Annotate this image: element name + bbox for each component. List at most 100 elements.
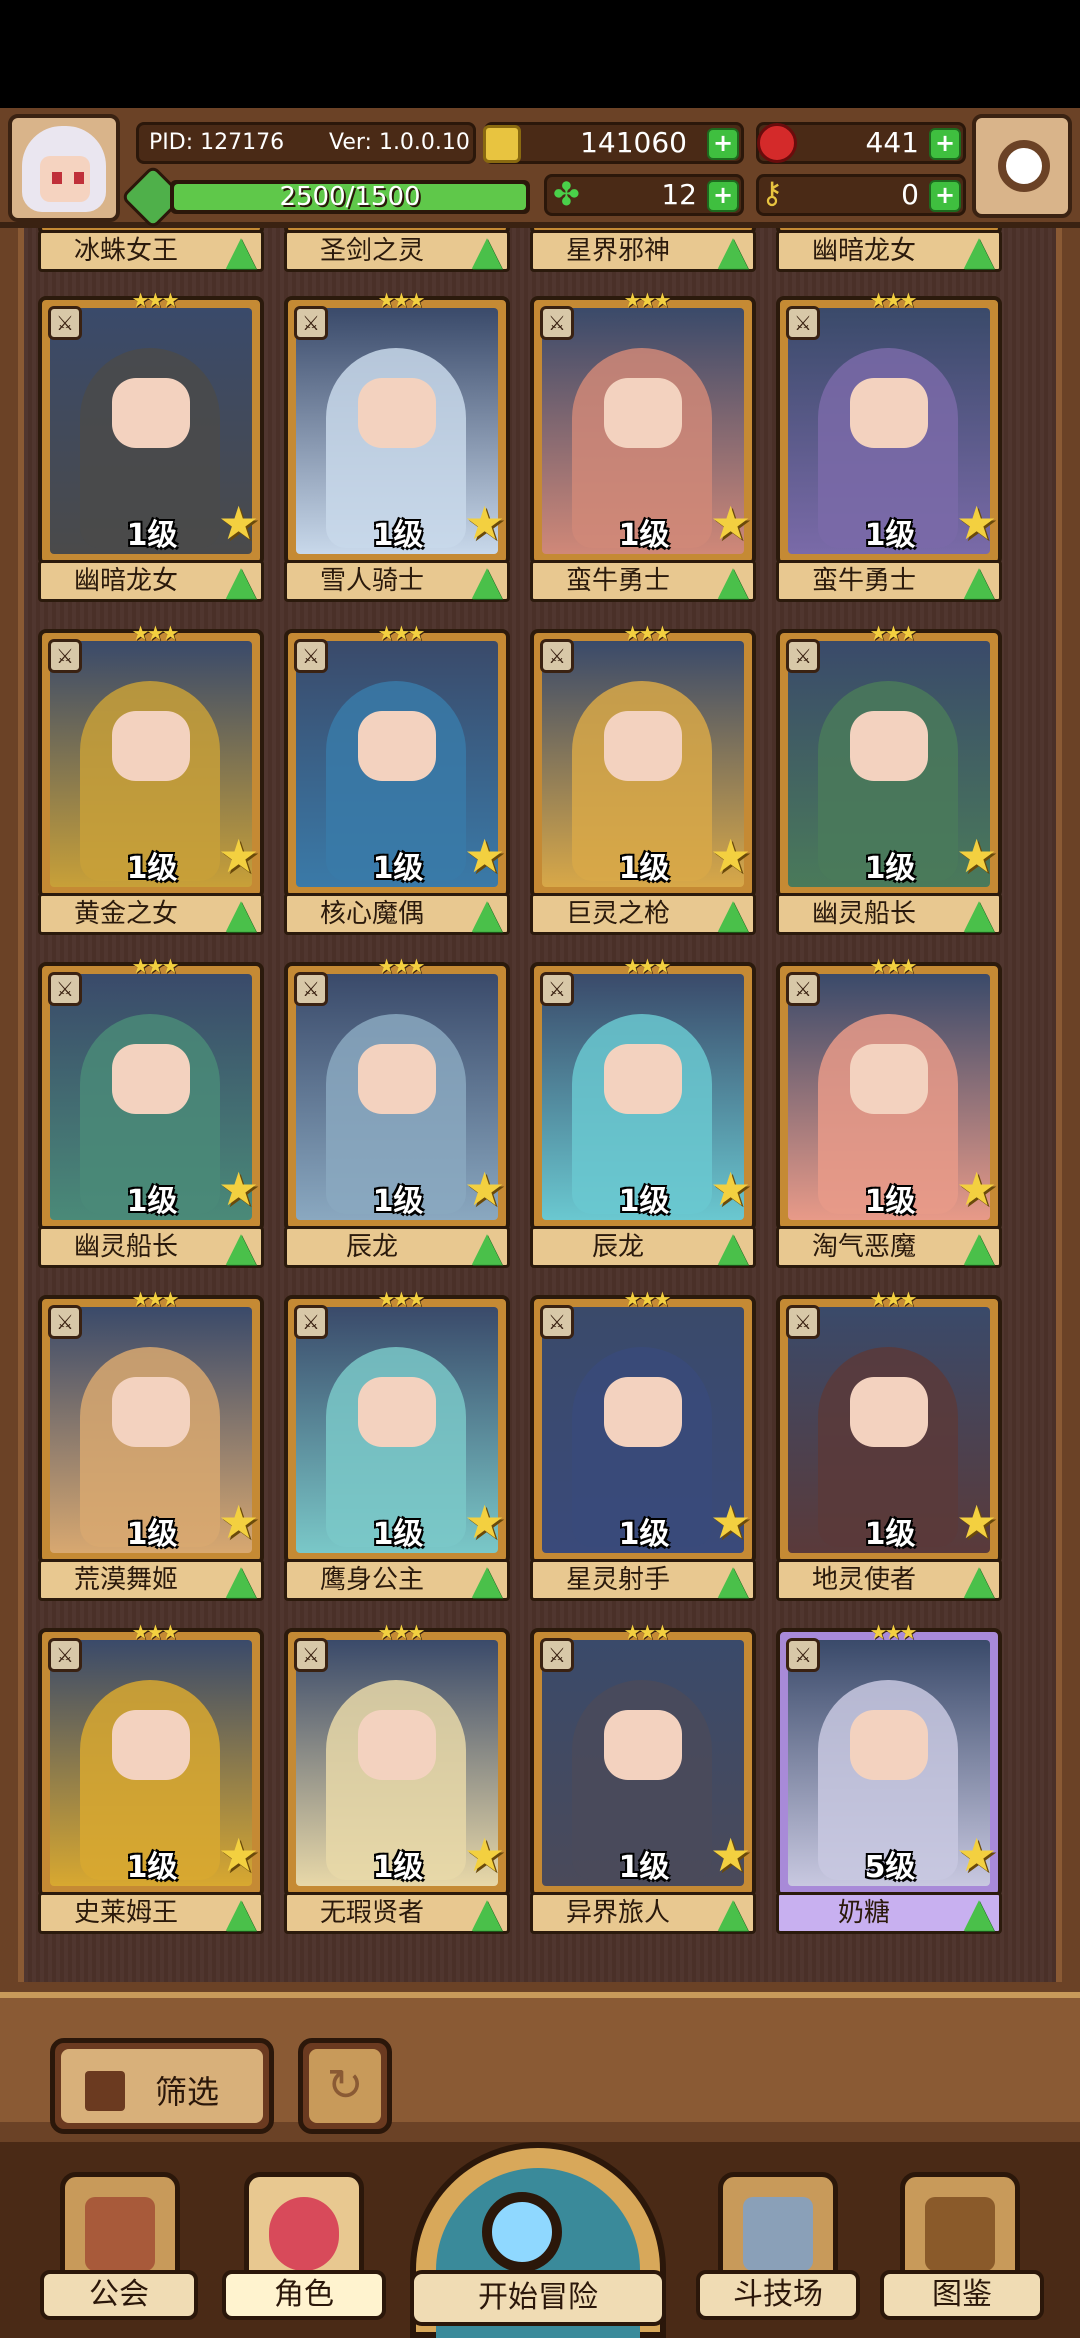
character-card[interactable]: ⚔ ★★★ 1级 ★ 核心魔偶 ▲ [284,623,510,935]
star-icon: ★ [956,1162,998,1216]
character-card[interactable]: ⚔ ★★★ 1级 ★ 幽灵船长 ▲ [38,956,264,1268]
upgrade-arrow-icon[interactable]: ▲ [958,1892,1000,1934]
gem-icon [757,123,797,163]
character-name: 蛮牛勇士 [811,566,916,596]
key-counter: ⚷ 0 + [756,174,966,216]
gear-icon [998,140,1050,192]
character-card[interactable]: ⚔ ★★★ 1级 ★ 鹰身公主 ▲ [284,1289,510,1601]
character-level: 1级 [372,1517,424,1552]
rarity-stars: ★★★ [869,954,918,978]
upgrade-arrow-icon[interactable]: ▲ [958,1559,1000,1601]
upgrade-arrow-icon[interactable]: ▲ [466,1559,508,1601]
start-adventure-label[interactable]: 开始冒险 [410,2270,666,2326]
character-card[interactable]: ⚔ ★★★ 1级 ★ 地灵使者 ▲ [776,1289,1002,1601]
add-clovers-button[interactable]: + [707,180,739,212]
character-level: 1级 [618,1517,670,1552]
character-card[interactable]: ⚔ ★★★ 1级 ★ 黄金之女 ▲ [38,623,264,935]
upgrade-arrow-icon[interactable]: ▲ [466,1892,508,1934]
character-card[interactable]: ⚔ ★★★ 1级 ★ 星灵射手 ▲ [530,1289,756,1601]
upgrade-arrow-icon[interactable]: ▲ [220,1559,262,1601]
character-card[interactable]: ⚔ ★★★ 1级 ★ 雪人骑士 ▲ [284,290,510,602]
nav-role-label[interactable]: 角色 [222,2270,386,2320]
nav-guild-label[interactable]: 公会 [40,2270,198,2320]
character-card[interactable]: ⚔ ★★★ 1级 ★ 辰龙 ▲ [530,956,756,1268]
character-name: 圣剑之灵 [319,236,424,266]
nav-codex-label[interactable]: 图鉴 [880,2270,1044,2320]
character-card[interactable]: ⚔ ★★★ 1级 ★ 淘气恶魔 ▲ [776,956,1002,1268]
rarity-stars: ★★★ [131,954,180,978]
class-icon: ⚔ [540,972,574,1006]
character-card[interactable]: ⚔ ★★★ 5级 ★ 奶糖 ▲ [776,1622,1002,1934]
character-card-partial[interactable]: 冰蛛女王 ▲ [38,228,264,272]
upgrade-arrow-icon[interactable]: ▲ [712,230,754,272]
character-card-partial[interactable]: 星界邪神 ▲ [530,228,756,272]
upgrade-arrow-icon[interactable]: ▲ [712,893,754,935]
upgrade-arrow-icon[interactable]: ▲ [466,560,508,602]
swords-icon [743,2197,813,2271]
star-icon: ★ [464,1828,506,1882]
coin-icon [483,125,521,163]
character-name: 巨灵之枪 [565,899,670,929]
nav-arena-label[interactable]: 斗技场 [696,2270,860,2320]
rarity-stars: ★★★ [623,288,672,312]
character-card[interactable]: ⚔ ★★★ 1级 ★ 荒漠舞姬 ▲ [38,1289,264,1601]
upgrade-arrow-icon[interactable]: ▲ [958,560,1000,602]
upgrade-arrow-icon[interactable]: ▲ [712,1892,754,1934]
add-keys-button[interactable]: + [929,180,961,212]
character-card[interactable]: ⚔ ★★★ 1级 ★ 蛮牛勇士 ▲ [530,290,756,602]
character-grid[interactable]: 冰蛛女王 ▲ 圣剑之灵 ▲ 星界邪神 ▲ 幽暗龙女 ▲ ⚔ ★★★ 1级 ★ 幽暗龙女 ▲ ⚔ ★★★ 1级 ★ 雪… [18,228,1062,1982]
refresh-icon: ↻ [309,2049,381,2123]
character-card-partial[interactable]: 圣剑之灵 ▲ [284,228,510,272]
upgrade-arrow-icon[interactable]: ▲ [712,560,754,602]
xp-text: 2500/1500 [279,182,421,212]
upgrade-arrow-icon[interactable]: ▲ [958,230,1000,272]
character-face [112,1044,190,1114]
refresh-button[interactable]: ↻ [298,2038,392,2134]
rarity-stars: ★★★ [131,621,180,645]
character-card[interactable]: ⚔ ★★★ 1级 ★ 幽暗龙女 ▲ [38,290,264,602]
filter-button[interactable]: 筛选 [50,2038,274,2134]
character-card[interactable]: ⚔ ★★★ 1级 ★ 史莱姆王 ▲ [38,1622,264,1934]
character-card[interactable]: ⚔ ★★★ 1级 ★ 巨灵之枪 ▲ [530,623,756,935]
character-face [112,378,190,448]
rarity-stars: ★★★ [377,288,426,312]
upgrade-arrow-icon[interactable]: ▲ [220,1892,262,1934]
upgrade-arrow-icon[interactable]: ▲ [220,1226,262,1268]
character-level: 1级 [126,851,178,886]
character-face [358,1044,436,1114]
card-frame: ⚔ ★★★ 1级 ★ [284,1289,510,1565]
upgrade-arrow-icon[interactable]: ▲ [712,1559,754,1601]
character-card[interactable]: ⚔ ★★★ 1级 ★ 幽灵船长 ▲ [776,623,1002,935]
character-level: 1级 [126,1517,178,1552]
star-icon: ★ [218,1495,260,1549]
character-card[interactable]: ⚔ ★★★ 1级 ★ 异界旅人 ▲ [530,1622,756,1934]
character-card[interactable]: ⚔ ★★★ 1级 ★ 蛮牛勇士 ▲ [776,290,1002,602]
class-icon: ⚔ [294,639,328,673]
upgrade-arrow-icon[interactable]: ▲ [958,893,1000,935]
role-icon [269,2197,339,2271]
add-gems-button[interactable]: + [929,128,961,160]
character-card-partial[interactable]: 幽暗龙女 ▲ [776,228,1002,272]
character-level: 1级 [126,1184,178,1219]
coin-amount: 141060 [580,126,687,159]
player-avatar[interactable] [8,114,120,222]
card-frame: ⚔ ★★★ 1级 ★ [284,623,510,899]
upgrade-arrow-icon[interactable]: ▲ [712,1226,754,1268]
settings-button[interactable] [972,114,1072,218]
add-coins-button[interactable]: + [707,128,739,160]
character-card[interactable]: ⚔ ★★★ 1级 ★ 无瑕贤者 ▲ [284,1622,510,1934]
upgrade-arrow-icon[interactable]: ▲ [958,1226,1000,1268]
upgrade-arrow-icon[interactable]: ▲ [466,893,508,935]
character-name: 辰龙 [591,1232,644,1262]
upgrade-arrow-icon[interactable]: ▲ [466,1226,508,1268]
upgrade-arrow-icon[interactable]: ▲ [220,893,262,935]
upgrade-arrow-icon[interactable]: ▲ [220,560,262,602]
upgrade-arrow-icon[interactable]: ▲ [220,230,262,272]
card-frame: ⚔ ★★★ 5级 ★ [776,1622,1002,1898]
upgrade-arrow-icon[interactable]: ▲ [466,230,508,272]
star-icon: ★ [218,496,260,550]
class-icon: ⚔ [786,972,820,1006]
rarity-stars: ★★★ [869,1620,918,1644]
character-card[interactable]: ⚔ ★★★ 1级 ★ 辰龙 ▲ [284,956,510,1268]
character-face [112,711,190,781]
